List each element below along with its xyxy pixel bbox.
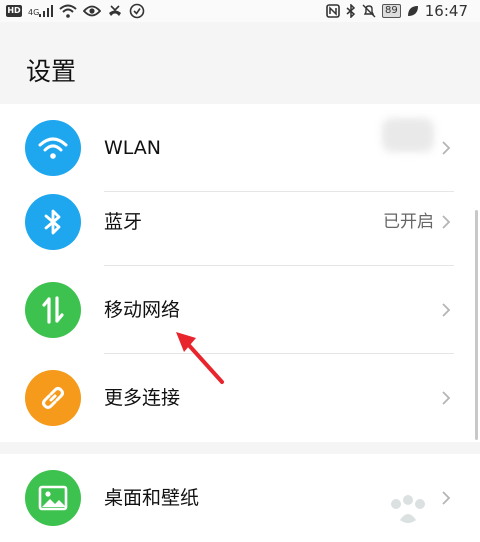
status-bar-left: HD 4G (6, 3, 145, 19)
wifi-icon (59, 4, 77, 18)
watermark-logo (391, 495, 425, 523)
chevron-right-icon (442, 215, 451, 229)
wallpaper-icon-circle (25, 470, 81, 526)
status-bar-right: 89 16:47 (326, 2, 468, 20)
wlan-icon-circle (25, 120, 81, 176)
bluetooth-icon (44, 209, 61, 235)
image-icon (38, 485, 68, 511)
bluetooth-icon-circle (25, 194, 81, 250)
connections-card: WLAN 蓝牙 已开启 移动网络 更多连接 (0, 104, 480, 442)
nfc-icon (326, 4, 340, 18)
chevron-right-icon (442, 303, 451, 317)
battery-icon: 89 (382, 4, 401, 18)
mute-icon (362, 4, 376, 18)
vpn-icon (129, 3, 145, 19)
hd-icon: HD (6, 5, 22, 17)
annotation-arrow-icon (176, 332, 224, 384)
setting-label: 蓝牙 (104, 211, 143, 233)
setting-row-bluetooth[interactable]: 蓝牙 已开启 (0, 178, 480, 266)
mobile-network-icon-circle (25, 282, 81, 338)
chevron-right-icon (442, 141, 451, 155)
wifi-icon (38, 137, 68, 159)
wlan-network-name-blurred (382, 118, 434, 152)
bluetooth-icon (346, 4, 356, 18)
setting-row-mobile-network[interactable]: 移动网络 (0, 266, 480, 354)
mobile-data-icon (42, 296, 64, 324)
scrollbar[interactable] (475, 210, 478, 440)
leaf-icon (407, 5, 419, 17)
network-type-label: 4G (28, 8, 40, 17)
setting-label: 移动网络 (104, 299, 181, 321)
signal-4g-icon: 4G (28, 5, 54, 17)
more-connections-icon-circle (25, 370, 81, 426)
missed-call-icon (107, 4, 123, 18)
page-title: 设置 (26, 57, 77, 86)
status-bar: HD 4G 89 16:47 (0, 0, 480, 22)
chevron-right-icon (442, 391, 451, 405)
setting-row-more-connections[interactable]: 更多连接 (0, 354, 480, 442)
clock: 16:47 (424, 2, 468, 20)
link-icon (42, 387, 64, 409)
setting-label: 桌面和壁纸 (104, 487, 200, 509)
setting-label: 更多连接 (104, 387, 181, 409)
setting-value: 已开启 (383, 212, 434, 232)
eye-icon (83, 5, 102, 17)
